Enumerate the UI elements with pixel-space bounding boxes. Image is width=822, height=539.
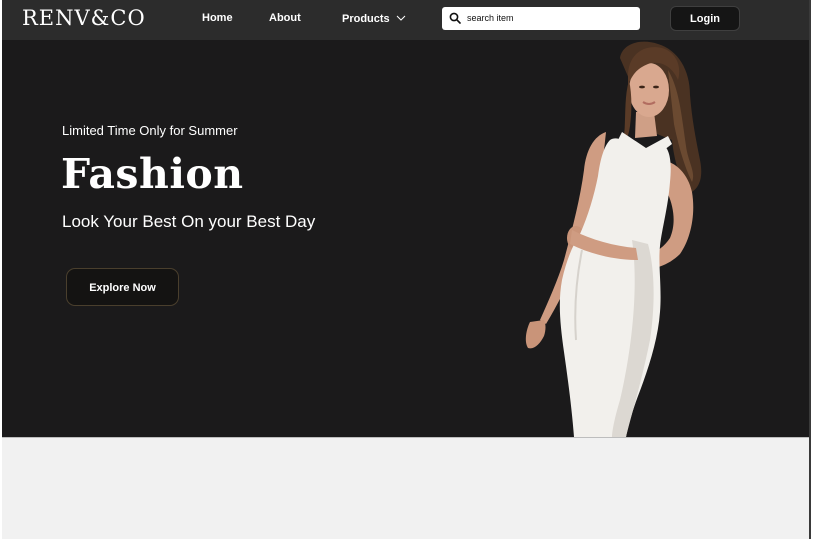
brand-logo[interactable]: RENV&CO (22, 6, 146, 30)
search-icon (449, 12, 461, 24)
chevron-down-icon (396, 12, 406, 24)
landing-page: RENV&CO Home About Products Login Limite… (2, 0, 811, 539)
hero-banner: Limited Time Only for Summer Fashion Loo… (2, 40, 809, 437)
nav-link-home[interactable]: Home (202, 12, 233, 24)
hero-tagline: Limited Time Only for Summer (62, 123, 238, 138)
content-section (2, 437, 809, 539)
explore-now-button[interactable]: Explore Now (66, 268, 179, 306)
hero-subheadline: Look Your Best On your Best Day (62, 212, 316, 231)
nav-link-products[interactable]: Products (342, 12, 406, 25)
navbar: RENV&CO Home About Products Login (2, 0, 809, 40)
search-input[interactable] (467, 9, 632, 27)
nav-link-products-label: Products (342, 13, 390, 25)
nav-link-about[interactable]: About (269, 12, 301, 24)
page-frame: RENV&CO Home About Products Login Limite… (0, 0, 822, 539)
login-button[interactable]: Login (670, 6, 740, 31)
model-photo (525, 41, 702, 437)
search-box[interactable] (442, 7, 640, 30)
hero-headline: Fashion (61, 150, 244, 198)
